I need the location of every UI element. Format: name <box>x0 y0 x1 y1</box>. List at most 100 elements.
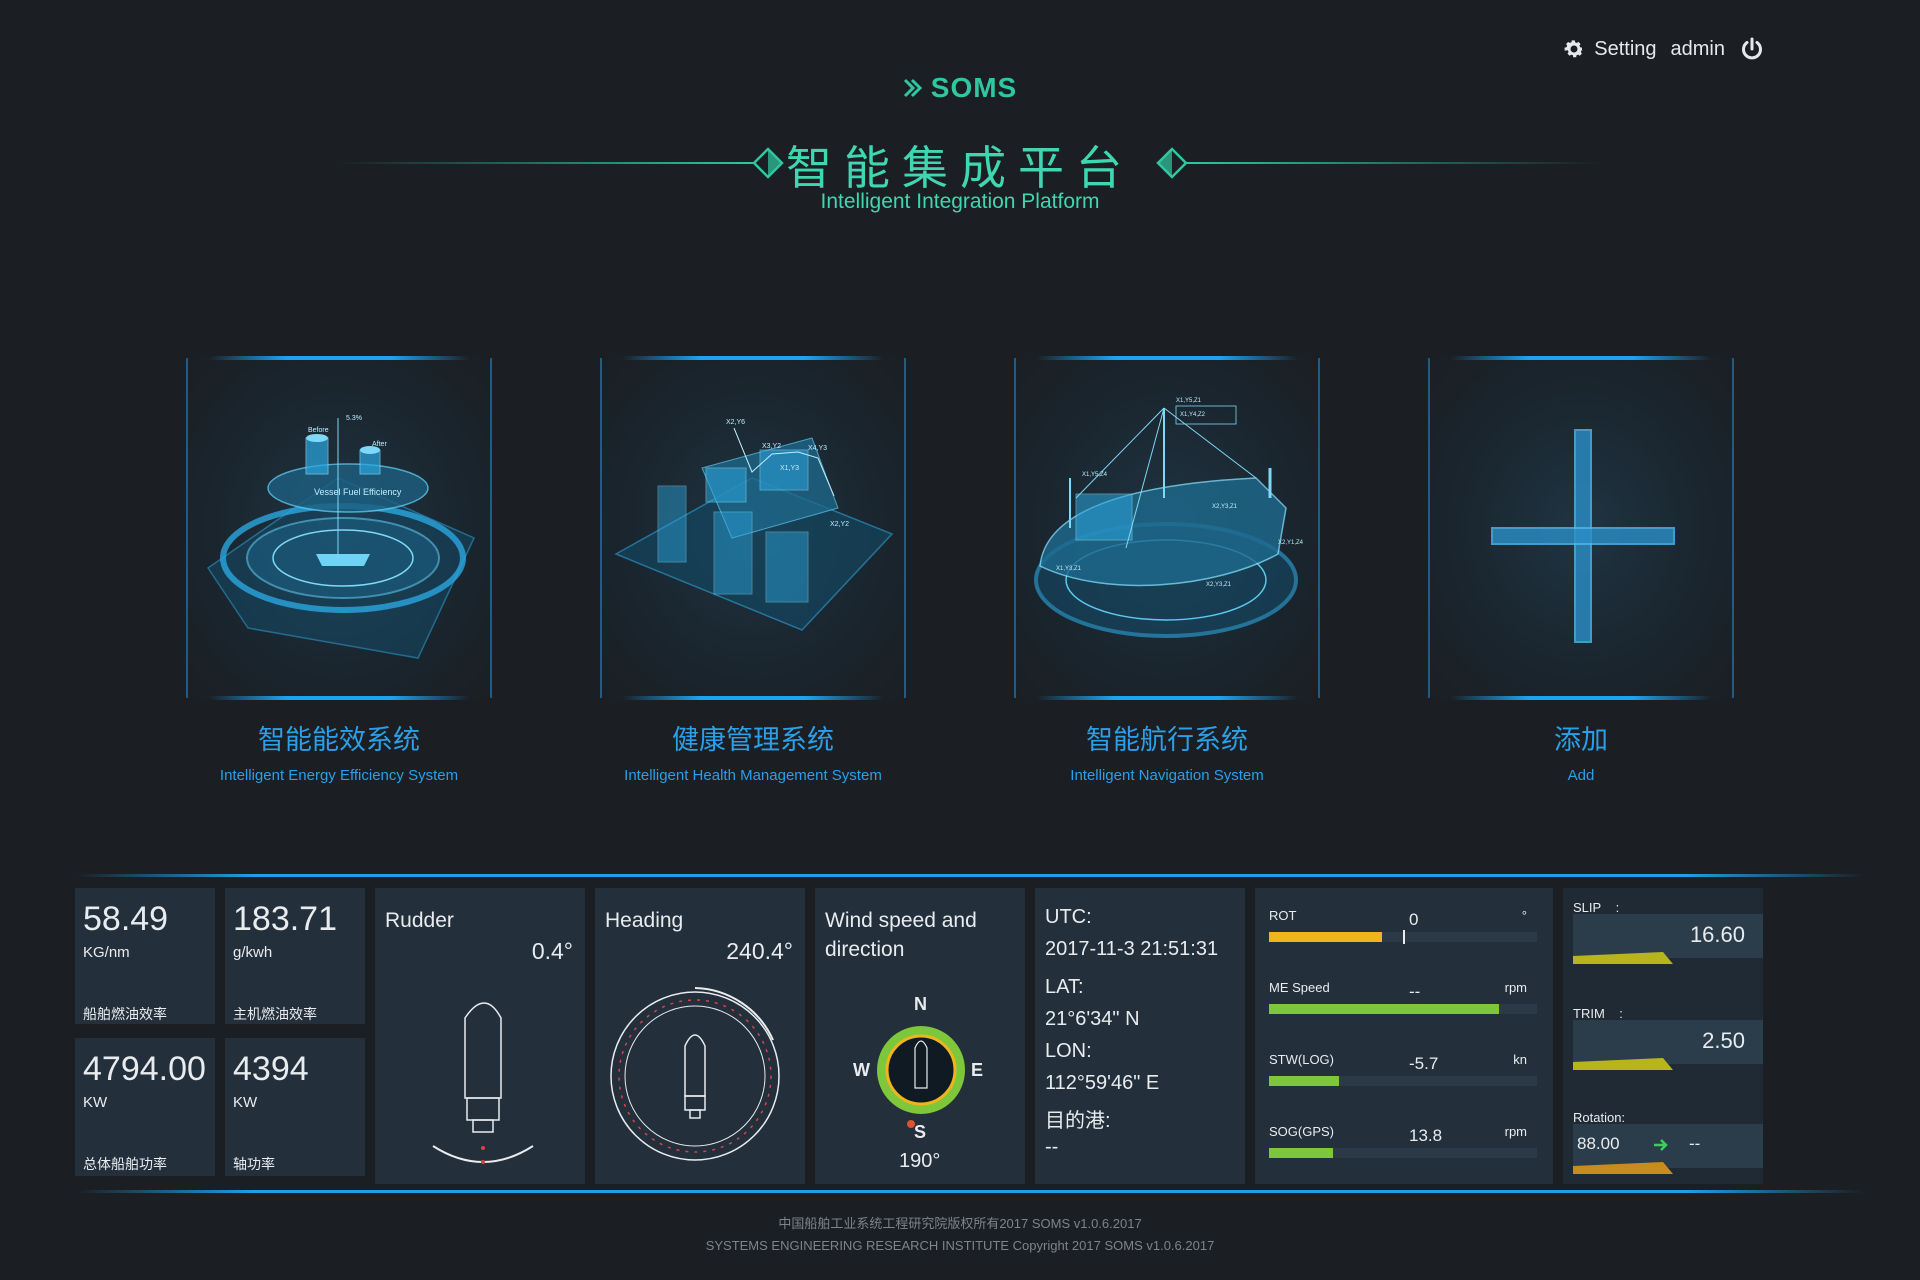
nav-label-7: X2,Y3,Z1 <box>1206 582 1232 588</box>
module-title-health: 健康管理系统 <box>672 725 834 755</box>
total-power-value: 4794.00 <box>83 1050 206 1088</box>
point-label-1: X2,Y6 <box>726 419 745 426</box>
arrow-right-icon <box>1654 1139 1668 1151</box>
me-fuel-value: 183.71 <box>233 900 337 938</box>
module-title-energy: 智能能效系统 <box>258 725 420 755</box>
nav-label-1: X1,Y5,Z1 <box>1176 398 1202 404</box>
wind-south: S <box>914 1122 926 1142</box>
trim-value: 2.50 <box>1702 1028 1745 1053</box>
utc-value: 2017-11-3 21:51:31 <box>1045 938 1219 960</box>
me-speed-value: -- <box>1409 982 1421 1001</box>
module-card-health[interactable]: X2,Y6 X3,Y2 X4,Y3 X1,Y3 X2,Y2 <box>600 356 906 700</box>
trim-panel: SLIP : 16.60 TRIM : 2.50 Rotation: 88.00… <box>1563 888 1763 1184</box>
fuel-efficiency-value: 58.49 <box>83 900 169 938</box>
dashboard-bottom-line <box>75 1190 1865 1193</box>
module-label-energy[interactable]: 智能能效系统 Intelligent Energy Efficiency Sys… <box>186 718 492 784</box>
wind-title: Wind speed and direction <box>825 909 977 961</box>
total-power-unit: KW <box>83 1094 108 1111</box>
heading-value: 240.4° <box>726 938 793 964</box>
rotation-wedge <box>1573 1162 1673 1174</box>
shaft-power-label: 轴功率 <box>233 1156 275 1172</box>
utc-label: UTC: <box>1045 906 1092 928</box>
position-panel: UTC: 2017-11-3 21:51:31 LAT: 21°6'34" N … <box>1035 888 1245 1184</box>
fuel-efficiency-label: 船舶燃油效率 <box>83 1006 167 1022</box>
top-bar: Setting admin <box>1562 36 1765 62</box>
sog-label: SOG(GPS) <box>1269 1124 1335 1139</box>
module-label-add[interactable]: 添加 Add <box>1428 718 1734 784</box>
logo-text: SOMS <box>930 72 1018 103</box>
rot-track <box>1269 930 1537 944</box>
dashboard-top-line <box>75 874 1865 877</box>
shaft-power-value: 4394 <box>233 1050 309 1088</box>
trim-colon: : <box>1619 1006 1623 1021</box>
module-card-navigation[interactable]: X1,Y5,Z1 X1,Y4,Z2 X1,Y5,Z4 X2,Y3,Z1 X2,Y… <box>1014 356 1320 700</box>
module-label-navigation[interactable]: 智能航行系统 Intelligent Navigation System <box>1014 718 1320 784</box>
point-label-5: X2,Y2 <box>830 521 849 528</box>
engine-health-illustration: X2,Y6 X3,Y2 X4,Y3 X1,Y3 X2,Y2 <box>614 419 894 631</box>
module-subtitle-health: Intelligent Health Management System <box>624 767 882 784</box>
rudder-gauge <box>432 1002 534 1164</box>
me-fuel-panel: 183.71 g/kwh 主机燃油效率 <box>225 888 365 1024</box>
module-label-health[interactable]: 健康管理系统 Intelligent Health Management Sys… <box>600 718 906 784</box>
page-subtitle: Intelligent Integration Platform <box>820 190 1100 213</box>
footer-line-cn: 中国船舶工业系统工程研究院版权所有2017 SOMS v1.0.6.2017 <box>778 1216 1142 1231</box>
rot-label: ROT <box>1269 908 1297 923</box>
module-card-add[interactable] <box>1428 356 1734 700</box>
module-subtitle-add: Add <box>1567 767 1595 784</box>
wind-direction-value: 190° <box>899 1150 941 1172</box>
motion-bars-panel: ROT 0 ° ME Speed -- rpm STW(LOG) -5.7 kn… <box>1255 888 1553 1184</box>
rotation-extra: -- <box>1689 1134 1701 1153</box>
rot-fill <box>1269 932 1382 942</box>
logout-button[interactable] <box>1739 36 1765 62</box>
stw-unit: kn <box>1513 1052 1527 1067</box>
vessel-fuel-efficiency-illustration: Vessel Fuel Efficiency Before After 5.3% <box>206 415 476 659</box>
percent-label: 5.3% <box>346 415 362 422</box>
trim-label-text: TRIM <box>1573 1006 1605 1021</box>
rudder-title: Rudder <box>385 909 454 932</box>
heading-compass <box>610 987 780 1161</box>
total-power-label: 总体船舶功率 <box>83 1156 167 1172</box>
stw-track <box>1269 1076 1537 1086</box>
ship-navigation-illustration: X1,Y5,Z1 X1,Y4,Z2 X1,Y5,Z4 X2,Y3,Z1 X2,Y… <box>1034 398 1304 638</box>
lat-label: LAT: <box>1045 976 1084 998</box>
wind-north: N <box>914 994 927 1014</box>
rot-value: 0 <box>1409 910 1419 929</box>
title-row: 智能集成平台 <box>0 128 1920 198</box>
rot-center-marker <box>1403 930 1405 944</box>
me-fuel-label: 主机燃油效率 <box>233 1006 317 1022</box>
setting-button[interactable]: Setting <box>1562 37 1657 61</box>
fuel-efficiency-label: Vessel Fuel Efficiency <box>314 487 402 497</box>
me-speed-label: ME Speed <box>1269 980 1330 995</box>
lat-value: 21°6'34" N <box>1045 1008 1140 1030</box>
page-title: 智能集成平台 <box>786 142 1134 194</box>
nav-label-2: X1,Y4,Z2 <box>1180 412 1206 418</box>
nav-label-6: X1,Y3,Z1 <box>1056 566 1082 572</box>
stw-value: -5.7 <box>1409 1054 1439 1073</box>
rotation-value: 88.00 <box>1577 1134 1620 1153</box>
sog-fill <box>1269 1148 1334 1158</box>
trim-label: TRIM : <box>1573 1006 1623 1021</box>
plus-icon <box>1491 429 1675 643</box>
trim-wedge <box>1573 1058 1673 1070</box>
lon-value: 112°59'46" E <box>1045 1072 1160 1094</box>
shaft-power-unit: KW <box>233 1094 258 1111</box>
me-speed-fill <box>1269 1004 1500 1014</box>
module-title-add: 添加 <box>1554 725 1608 755</box>
me-fuel-unit: g/kwh <box>233 944 273 961</box>
destination-value: -- <box>1045 1136 1059 1158</box>
lon-label: LON: <box>1045 1040 1092 1062</box>
fuel-efficiency-panel: 58.49 KG/nm 船舶燃油效率 <box>75 888 215 1024</box>
wind-compass: N S E W <box>853 994 983 1142</box>
stw-label: STW(LOG) <box>1269 1052 1334 1067</box>
nav-label-5: X2,Y1,Z4 <box>1278 540 1304 546</box>
title-line-right <box>1185 162 1603 164</box>
nav-label-4: X2,Y3,Z1 <box>1212 504 1238 510</box>
module-card-energy[interactable]: Vessel Fuel Efficiency Before After 5.3% <box>186 356 492 700</box>
me-speed-track <box>1269 1004 1537 1014</box>
diamond-right-icon <box>1156 147 1188 179</box>
point-label-4: X1,Y3 <box>780 465 799 472</box>
slip-label: SLIP : <box>1573 900 1619 915</box>
user-label[interactable]: admin <box>1671 38 1725 61</box>
module-title-navigation: 智能航行系统 <box>1086 725 1248 755</box>
me-speed-unit: rpm <box>1504 980 1527 995</box>
